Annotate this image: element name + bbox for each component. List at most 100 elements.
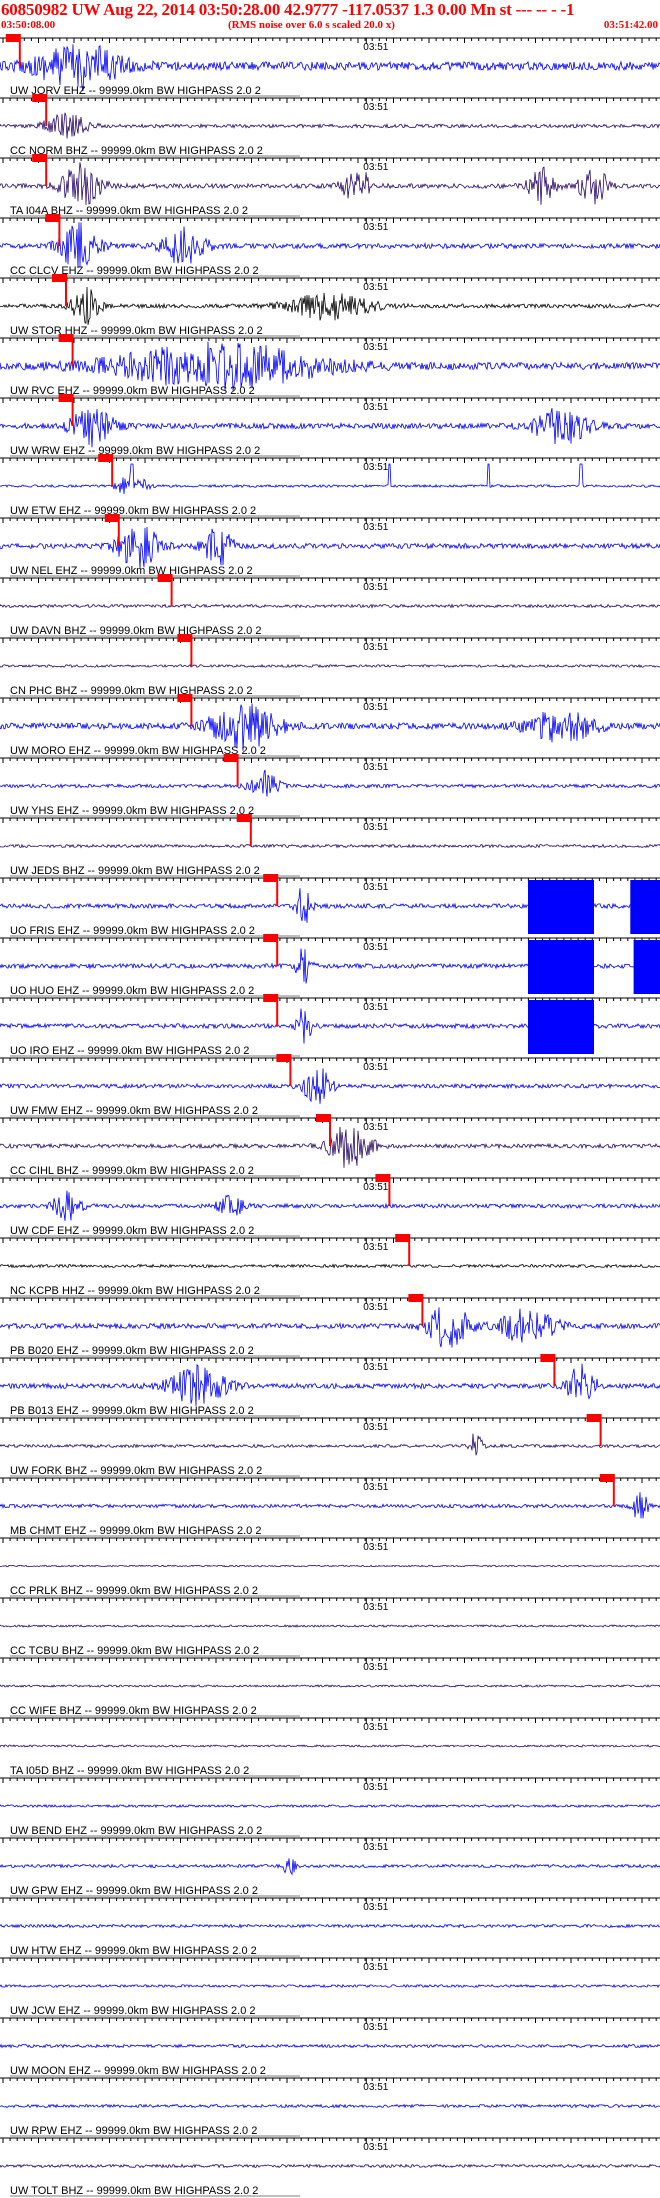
trace-row: 03:51 UW MOON EHZ -- 99999.0km BW HIGHPAS…: [0, 2017, 660, 2077]
waveform: [0, 44, 660, 92]
minute-label: 03:51: [363, 1242, 388, 1253]
pick-flag: [586, 1414, 601, 1422]
pick-flag: [236, 814, 251, 822]
minute-label: 03:51: [363, 702, 388, 713]
plot-header: 60850982 UW Aug 22, 2014 03:50:28.00 42.…: [0, 0, 660, 34]
minute-label: 03:51: [363, 1002, 388, 1013]
waveform: [0, 408, 660, 448]
pick-flag: [177, 694, 192, 702]
pick-flag: [32, 94, 47, 102]
station-label: PB B020 EHZ -- 99999.0km BW HIGHPASS 2.0…: [10, 1345, 254, 1357]
axis-ticks: [2, 2138, 657, 2143]
trace-row: 03:51 UW CDF EHZ -- 99999.0km BW HIGHPASS…: [0, 1174, 660, 1237]
station-label: CC CLCV EHZ -- 99999.0km BW HIGHPASS 2.0…: [10, 265, 259, 277]
waveform: [0, 1433, 660, 1456]
station-label: PB B013 EHZ -- 99999.0km BW HIGHPASS 2.0…: [10, 1405, 254, 1417]
minute-label: 03:51: [363, 1122, 388, 1133]
pick-flag: [177, 634, 192, 642]
waveform: [0, 341, 660, 391]
pick-flag: [157, 574, 172, 582]
station-label: UW RPW EHZ -- 99999.0km BW HIGHPASS 2.0 …: [10, 2125, 257, 2137]
pick-flag: [5, 34, 20, 42]
pick-flag: [223, 754, 238, 762]
station-label: UW MOON EHZ -- 99999.0km BW HIGHPASS 2.0…: [10, 2065, 266, 2077]
station-label: UW NEL EHZ -- 99999.0km BW HIGHPASS 2.0 …: [10, 565, 253, 577]
minute-label: 03:51: [363, 282, 388, 293]
minute-label: 03:51: [363, 1482, 388, 1493]
trace-row: 03:51 PB B013 EHZ -- 99999.0km BW HIGHPAS…: [0, 1354, 660, 1417]
waveform: [0, 1858, 660, 1876]
minute-label: 03:51: [363, 1902, 388, 1913]
trace-row: 03:51 UW FMW EHZ -- 99999.0km BW HIGHPASS…: [0, 1054, 660, 1117]
minute-label: 03:51: [363, 942, 388, 953]
trace-row: 03:51 UW NEL EHZ -- 99999.0km BW HIGHPASS…: [0, 514, 660, 577]
station-label: UW BEND EHZ -- 99999.0km BW HIGHPASS 2.0…: [10, 1825, 262, 1837]
pick-flag: [263, 994, 278, 1002]
station-label: UW JORV EHZ -- 99999.0km BW HIGHPASS 2.0…: [10, 85, 261, 97]
pick-flag: [98, 454, 113, 462]
station-label: UO FRIS EHZ -- 99999.0km BW HIGHPASS 2.0…: [10, 925, 255, 937]
station-label: UW HTW EHZ -- 99999.0km BW HIGHPASS 2.0 …: [10, 1945, 257, 1957]
axis-ticks: [2, 218, 657, 223]
minute-label: 03:51: [363, 762, 388, 773]
station-label: UW GPW EHZ -- 99999.0km BW HIGHPASS 2.0 …: [10, 1885, 258, 1897]
waveform: [0, 2043, 660, 2049]
minute-label: 03:51: [363, 1542, 388, 1553]
axis-ticks: [2, 1418, 657, 1423]
trace-row: 03:51 CC TCBU BHZ -- 99999.0km BW HIGHPAS…: [0, 1597, 660, 1657]
minute-label: 03:51: [363, 402, 388, 413]
station-label: MB CHMT EHZ -- 99999.0km BW HIGHPASS 2.0…: [10, 1525, 261, 1537]
waveform: [0, 2103, 660, 2109]
start-time: 03:50:08.00: [1, 19, 56, 31]
minute-label: 03:51: [363, 462, 388, 473]
trace-row: 03:51 UW JORV EHZ -- 99999.0km BW HIGHPAS…: [0, 34, 660, 97]
saturated-block: [528, 1000, 594, 1054]
axis-ticks: [2, 338, 657, 343]
trace-row: 03:51 UO FRIS EHZ -- 99999.0km BW HIGHPAS…: [0, 874, 660, 937]
axis-ticks: [2, 758, 657, 763]
end-time: 03:51:42.00: [603, 19, 658, 31]
pick-flag: [375, 1174, 390, 1182]
trace-row: 03:51 UW JEDS BHZ -- 99999.0km BW HIGHPAS…: [0, 814, 660, 877]
waveform: [0, 843, 660, 849]
pick-flag: [45, 214, 60, 222]
station-label: UW CDF EHZ -- 99999.0km BW HIGHPASS 2.0 …: [10, 1225, 254, 1237]
minute-label: 03:51: [363, 162, 388, 173]
pick-flag: [32, 154, 47, 162]
minute-label: 03:51: [363, 1782, 388, 1793]
waveform: [0, 769, 660, 797]
waveform: [0, 663, 660, 669]
minute-label: 03:51: [363, 822, 388, 833]
trace-row: 03:51 UW ETW EHZ -- 99999.0km BW HIGHPASS…: [0, 454, 660, 517]
station-label: CC WIFE BHZ -- 99999.0km BW HIGHPASS 2.0…: [10, 1705, 257, 1717]
axis-ticks: [2, 1358, 657, 1363]
waveform: [0, 1363, 660, 1406]
axis-ticks: [2, 2018, 657, 2023]
saturated-block: [528, 880, 594, 934]
station-label: UW ETW EHZ -- 99999.0km BW HIGHPASS 2.0 …: [10, 505, 256, 517]
waveform: [0, 1624, 660, 1628]
axis-ticks: [2, 1478, 657, 1483]
minute-label: 03:51: [363, 882, 388, 893]
station-label: CN PHC BHZ -- 99999.0km BW HIGHPASS 2.0 …: [10, 685, 252, 697]
axis-ticks: [2, 398, 657, 403]
minute-label: 03:51: [363, 342, 388, 353]
station-label: UW JEDS BHZ -- 99999.0km BW HIGHPASS 2.0…: [10, 865, 260, 877]
waveform: [0, 112, 660, 139]
axis-ticks: [2, 638, 657, 643]
axis-ticks: [2, 1658, 657, 1663]
station-label: CC TCBU BHZ -- 99999.0km BW HIGHPASS 2.0…: [10, 1645, 259, 1657]
trace-row: 03:51 CC WIFE BHZ -- 99999.0km BW HIGHPAS…: [0, 1657, 660, 1717]
saturated-block: [630, 880, 660, 934]
trace-row: 03:51 UW WRW EHZ -- 99999.0km BW HIGHPASS…: [0, 394, 660, 457]
trace-row: 03:51 CC CLCV EHZ -- 99999.0km BW HIGHPAS…: [0, 214, 660, 277]
waveform: [0, 1068, 660, 1104]
minute-label: 03:51: [363, 1662, 388, 1673]
minute-label: 03:51: [363, 1602, 388, 1613]
pick-flag: [104, 514, 119, 522]
axis-ticks: [2, 1838, 657, 1843]
minute-label: 03:51: [363, 1302, 388, 1313]
trace-row: 03:51 UW HTW EHZ -- 99999.0km BW HIGHPASS…: [0, 1897, 660, 1957]
station-label: NC KCPB HHZ -- 99999.0km BW HIGHPASS 2.0…: [10, 1285, 260, 1297]
minute-label: 03:51: [363, 2082, 388, 2093]
